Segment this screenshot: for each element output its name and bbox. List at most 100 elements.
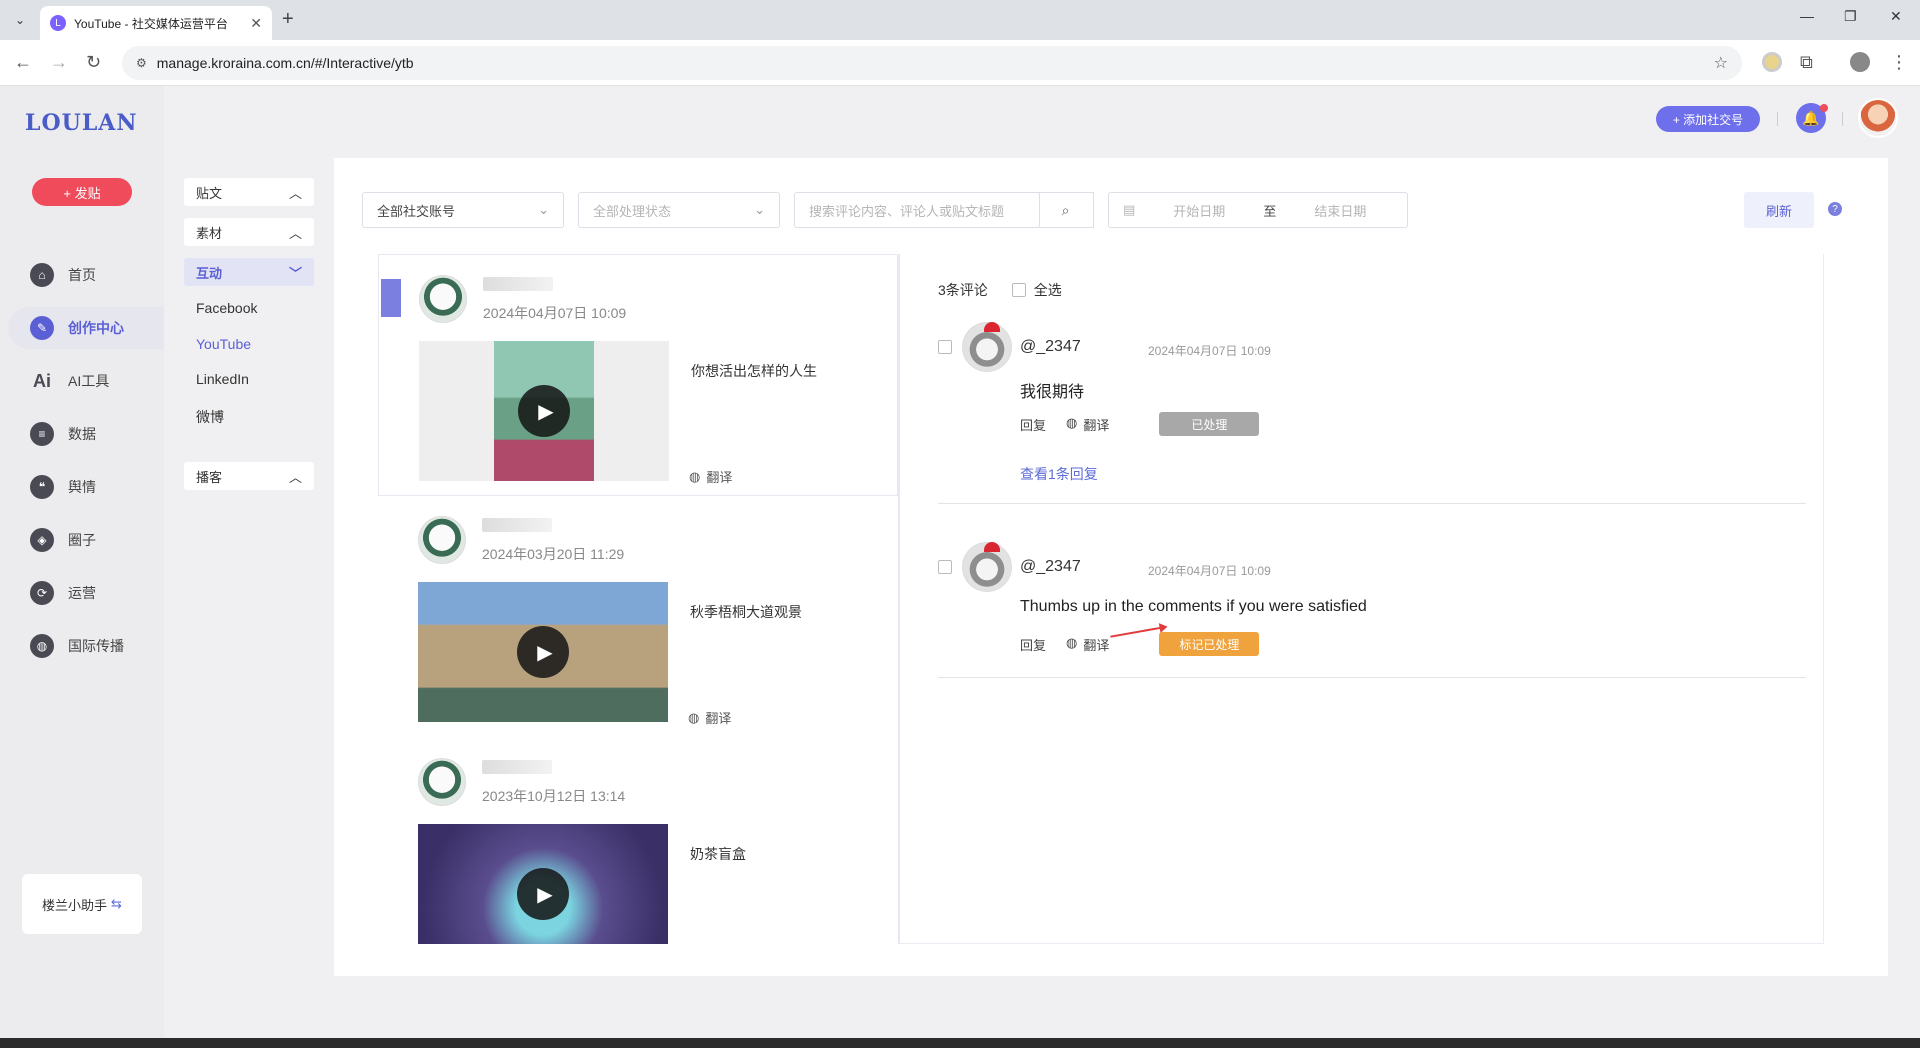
select-all-checkbox[interactable] — [1011, 283, 1026, 297]
help-icon[interactable]: ? — [1828, 202, 1842, 216]
translate-label: 翻译 — [706, 470, 733, 485]
tab-search-icon[interactable]: ⌄ — [8, 8, 32, 32]
comment-item: @_2347 2024年04月07日 10:09 我很期待 回复 ◍ 翻译 已处… — [938, 322, 1806, 504]
menu-item-data[interactable]: ≡ 数据 — [8, 413, 164, 455]
translate-label: 翻译 — [705, 711, 732, 726]
post-card[interactable]: 2023年10月12日 13:14 ▶ 奶茶盲盒 — [378, 738, 898, 944]
comment-item: @_2347 2024年04月07日 10:09 Thumbs up in th… — [938, 542, 1806, 678]
profile-icon[interactable] — [1850, 52, 1870, 72]
post-author-redacted — [482, 518, 552, 532]
bookmark-star-icon[interactable]: ☆ — [1714, 53, 1728, 73]
date-range-picker[interactable]: ▤ 开始日期 至 结束日期 — [1108, 192, 1408, 228]
database-icon: ≡ — [30, 422, 54, 446]
video-thumbnail[interactable]: ▶ — [418, 824, 668, 944]
menu-label: 舆情 — [68, 479, 96, 495]
post-card[interactable]: 2024年04月07日 10:09 ▶ 你想活出怎样的人生 ◍ 翻译 — [378, 254, 898, 496]
reply-button[interactable]: 回复 — [1020, 415, 1046, 434]
tab-title: YouTube - 社交媒体运营平台 — [74, 16, 228, 31]
globe-icon: ◍ — [1066, 414, 1078, 430]
back-icon[interactable]: ← — [14, 52, 32, 73]
comment-checkbox[interactable] — [938, 340, 952, 354]
menu-item-home[interactable]: ⌂ 首页 — [8, 254, 164, 296]
subnav-group-label: 播客 — [196, 469, 223, 485]
new-post-button[interactable]: + 发贴 — [32, 178, 132, 206]
translate-button[interactable]: ◍ 翻译 — [689, 467, 732, 486]
divider — [1842, 112, 1843, 126]
browser-menu-icon[interactable]: ⋮ — [1890, 52, 1908, 73]
video-thumbnail[interactable]: ▶ — [419, 341, 669, 481]
subnav-group-posts[interactable]: 贴文 ︿ — [184, 178, 314, 206]
translate-button[interactable]: ◍ 翻译 — [1066, 415, 1109, 434]
user-avatar[interactable] — [1858, 98, 1898, 138]
close-window-icon[interactable]: ✕ — [1890, 8, 1902, 25]
status-select[interactable]: 全部处理状态 ⌄ — [578, 192, 780, 228]
end-date-field[interactable]: 结束日期 — [1314, 201, 1366, 220]
comment-checkbox[interactable] — [938, 560, 952, 574]
new-tab-icon[interactable]: + — [282, 8, 294, 31]
omnibox[interactable]: ⚙ manage.kroraina.com.cn/#/Interactive/y… — [122, 46, 1742, 80]
date-separator: 至 — [1263, 203, 1277, 219]
menu-item-operations[interactable]: ⟳ 运营 — [8, 572, 164, 614]
search-input[interactable]: 搜索评论内容、评论人或贴文标题 — [794, 192, 1040, 228]
post-card[interactable]: 2024年03月20日 11:29 ▶ 秋季梧桐大道观景 ◍ 翻译 — [378, 496, 898, 738]
account-select[interactable]: 全部社交账号 ⌄ — [362, 192, 564, 228]
close-tab-icon[interactable]: ✕ — [250, 15, 262, 32]
notification-dot — [1820, 104, 1828, 112]
assistant-button[interactable]: 楼兰小助手 ⇆ — [22, 874, 142, 934]
subnav-item-weibo[interactable]: 微博 — [196, 407, 224, 427]
menu-item-circle[interactable]: ◈ 圈子 — [8, 519, 164, 561]
minimize-icon[interactable]: — — [1800, 8, 1814, 24]
post-author-redacted — [482, 760, 552, 774]
search-icon[interactable]: ⌕ — [1038, 192, 1094, 228]
mark-processed-button[interactable]: 标记已处理 — [1159, 632, 1260, 656]
comment-author: @_2347 — [1020, 338, 1081, 355]
view-replies-link[interactable]: 查看1条回复 — [1020, 464, 1098, 484]
menu-label: 圈子 — [68, 532, 96, 548]
reply-button[interactable]: 回复 — [1020, 635, 1046, 654]
comment-text: 我很期待 — [1020, 384, 1085, 401]
subnav-item-facebook[interactable]: Facebook — [196, 300, 257, 316]
subnav-group-materials[interactable]: 素材 ︿ — [184, 218, 314, 246]
translate-button[interactable]: ◍ 翻译 — [688, 708, 731, 727]
add-social-account-button[interactable]: + 添加社交号 — [1656, 106, 1760, 132]
restore-icon[interactable]: ❐ — [1844, 8, 1857, 25]
avatar — [419, 275, 467, 323]
reload-icon[interactable]: ↻ — [86, 52, 101, 73]
taskbar — [0, 1038, 1920, 1048]
menu-label: 首页 — [68, 267, 96, 283]
browser-tabbar: ⌄ L YouTube - 社交媒体运营平台 ✕ + — ❐ ✕ — [0, 0, 1920, 40]
select-all[interactable]: 全选 — [1011, 280, 1062, 300]
menu-label: 创作中心 — [68, 320, 124, 336]
divider — [1777, 112, 1778, 126]
url-text[interactable]: manage.kroraina.com.cn/#/Interactive/ytb — [157, 55, 414, 71]
forward-icon[interactable]: → — [50, 52, 68, 73]
video-thumbnail[interactable]: ▶ — [418, 582, 668, 722]
app-root: LOULAN + 发贴 ⌂ 首页 ✎ 创作中心 Ai AI工具 ≡ 数据 ❝ 舆… — [0, 86, 1920, 1038]
browser-tab[interactable]: L YouTube - 社交媒体运营平台 ✕ — [40, 6, 272, 40]
play-icon[interactable]: ▶ — [518, 385, 570, 437]
account-select-value: 全部社交账号 — [377, 203, 456, 219]
menu-item-creation-center[interactable]: ✎ 创作中心 — [8, 307, 164, 349]
subnav-item-youtube[interactable]: YouTube — [196, 336, 251, 352]
extension-icon[interactable] — [1762, 52, 1782, 72]
post-date: 2024年04月07日 10:09 — [483, 305, 627, 321]
subnav-group-interaction[interactable]: 互动 ﹀ — [184, 258, 314, 286]
play-icon[interactable]: ▶ — [517, 626, 569, 678]
play-icon[interactable]: ▶ — [517, 868, 569, 920]
translate-label: 翻译 — [1083, 417, 1110, 433]
avatar — [418, 758, 466, 806]
start-date-field[interactable]: 开始日期 — [1173, 201, 1225, 220]
refresh-button[interactable]: 刷新 — [1744, 192, 1814, 228]
extensions-puzzle-icon[interactable]: ⧉ — [1800, 52, 1813, 73]
menu-item-sentiment[interactable]: ❝ 舆情 — [8, 466, 164, 508]
post-title: 奶茶盲盒 — [690, 846, 746, 862]
subnav-group-podcast[interactable]: 播客 ︿ — [184, 462, 314, 490]
menu-item-ai-tools[interactable]: Ai AI工具 — [8, 360, 164, 402]
menu-item-international[interactable]: ◍ 国际传播 — [8, 625, 164, 667]
assistant-link-icon: ⇆ — [111, 896, 122, 911]
subnav-item-linkedin[interactable]: LinkedIn — [196, 371, 249, 387]
compass-icon: ◈ — [30, 528, 54, 552]
home-icon: ⌂ — [30, 263, 54, 287]
site-info-icon[interactable]: ⚙ — [136, 56, 147, 70]
translate-button[interactable]: ◍ 翻译 — [1066, 635, 1109, 654]
